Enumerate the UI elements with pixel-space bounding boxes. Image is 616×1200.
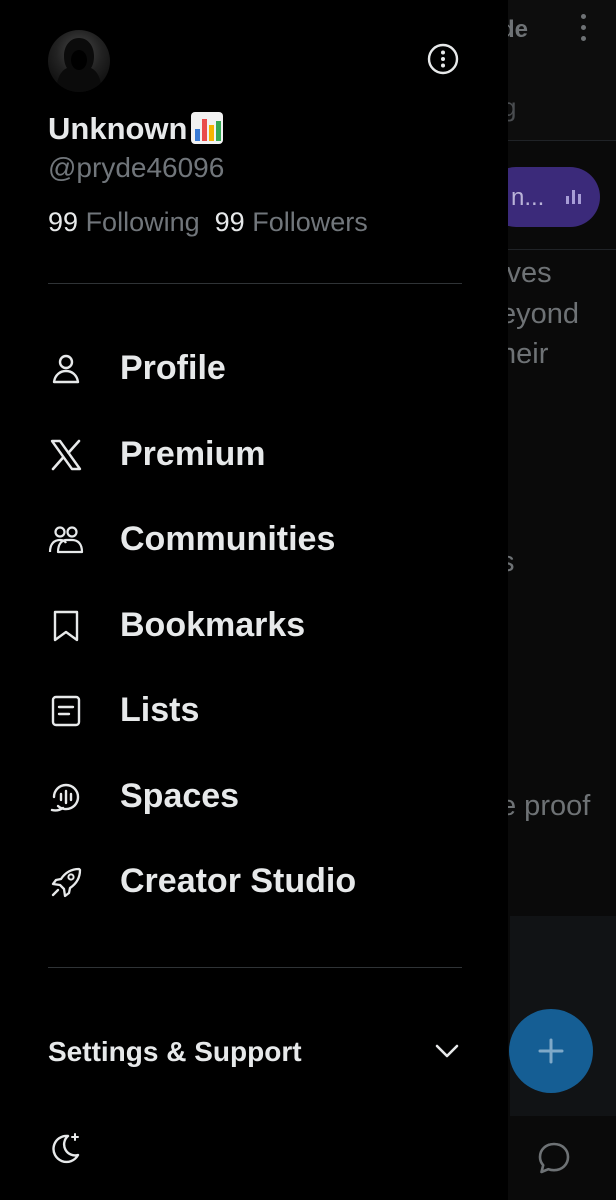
plus-icon xyxy=(538,1038,564,1064)
messages-icon[interactable] xyxy=(536,1140,572,1176)
menu-item-premium[interactable]: Premium xyxy=(48,420,468,490)
followers-count: 99 xyxy=(214,207,245,237)
menu-item-profile[interactable]: Profile xyxy=(48,334,468,404)
chevron-down-icon xyxy=(435,1044,459,1058)
menu-item-label: Premium xyxy=(120,435,266,473)
account-more-button[interactable] xyxy=(427,43,459,75)
follow-stats: 99 Following 99 Followers xyxy=(48,207,368,238)
menu-item-bookmarks[interactable]: Bookmarks xyxy=(48,591,468,661)
feed-more-icon[interactable] xyxy=(574,14,592,44)
post-text-fragment: e proof xyxy=(500,790,591,822)
following-link[interactable]: 99 Following xyxy=(48,207,200,237)
profile-name[interactable]: Unknown xyxy=(48,111,224,147)
settings-support-toggle[interactable]: Settings & Support xyxy=(48,1030,462,1076)
bar-chart-emoji-icon xyxy=(190,112,223,144)
following-label: Following xyxy=(85,207,200,237)
hooded-figure-icon xyxy=(56,38,102,92)
x-logo-icon xyxy=(50,439,82,471)
profile-handle: @pryde46096 xyxy=(48,152,225,183)
more-circle-icon xyxy=(427,43,459,75)
menu-item-lists[interactable]: Lists xyxy=(48,676,468,746)
menu-item-label: Communities xyxy=(120,520,336,558)
navigation-drawer: Unknown @pryde46096 99 Following 99 Foll… xyxy=(0,0,508,1200)
menu-item-creator-studio[interactable]: Creator Studio xyxy=(48,847,468,917)
followers-label: Followers xyxy=(252,207,368,237)
followers-link[interactable]: 99 Followers xyxy=(215,207,368,237)
bookmark-icon xyxy=(53,610,79,642)
following-count: 99 xyxy=(48,207,79,237)
rocket-icon xyxy=(51,867,82,898)
menu-item-label: Spaces xyxy=(120,777,240,815)
audio-bars-icon xyxy=(566,190,582,204)
communities-icon xyxy=(48,526,84,554)
menu-item-label: Creator Studio xyxy=(120,862,357,900)
menu-item-communities[interactable]: Communities xyxy=(48,505,468,575)
moon-icon xyxy=(52,1133,80,1164)
menu-item-spaces[interactable]: Spaces xyxy=(48,762,468,832)
menu-item-label: Profile xyxy=(120,349,226,387)
list-icon xyxy=(51,695,81,727)
post-text-line: eyond xyxy=(500,298,580,330)
divider xyxy=(48,967,462,968)
person-icon xyxy=(52,354,80,384)
spaces-icon xyxy=(50,783,80,812)
compose-button[interactable] xyxy=(509,1009,593,1093)
profile-name-text: Unknown xyxy=(48,111,188,146)
divider xyxy=(48,283,462,284)
spaces-pill-text: n... xyxy=(511,184,545,211)
avatar[interactable] xyxy=(48,30,110,92)
settings-support-label: Settings & Support xyxy=(48,1036,302,1067)
theme-toggle-button[interactable] xyxy=(48,1131,82,1165)
menu-item-label: Lists xyxy=(120,691,200,729)
menu-item-label: Bookmarks xyxy=(120,606,306,644)
